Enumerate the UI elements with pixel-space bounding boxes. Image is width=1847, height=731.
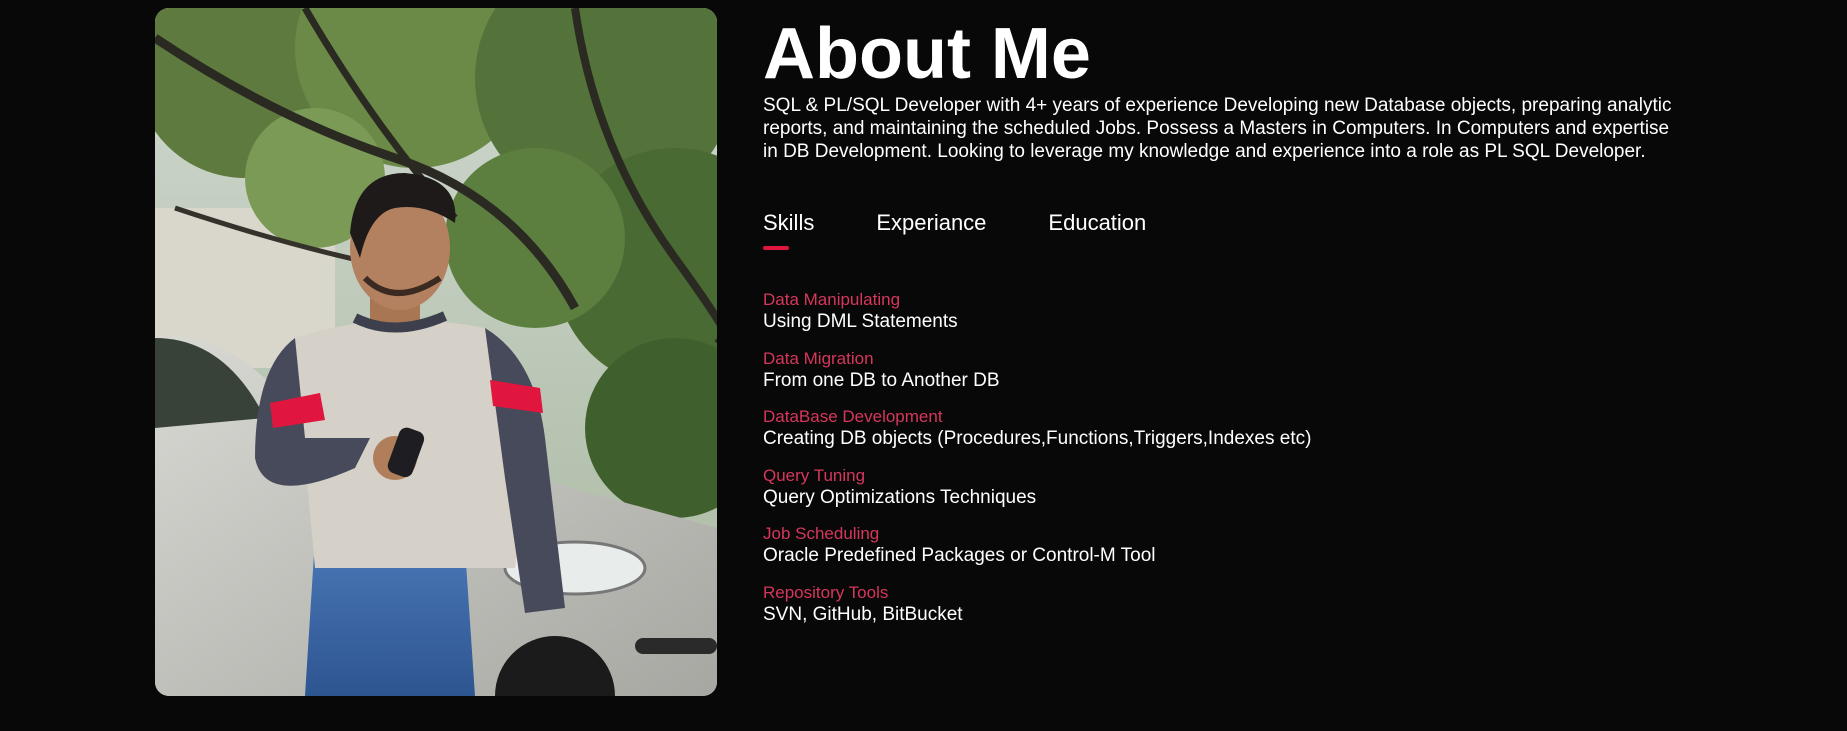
skill-name: DataBase Development <box>763 407 943 426</box>
tab-education-label: Education <box>1048 210 1147 235</box>
tab-experiance-label: Experiance <box>876 210 987 235</box>
skill-description: Using DML Statements <box>763 311 958 332</box>
tab-bar: Skills Experiance Education <box>763 210 1146 250</box>
skill-description: Creating DB objects (Procedures,Function… <box>763 428 1312 449</box>
list-item: Repository Tools SVN, GitHub, BitBucket <box>763 583 1311 642</box>
tab-experiance[interactable]: Experiance <box>876 210 986 250</box>
page-title: About Me <box>763 14 1091 94</box>
tab-skills-label: Skills <box>763 210 815 235</box>
skill-name: Query Tuning <box>763 465 866 485</box>
list-item: Job Scheduling Oracle Predefined Package… <box>763 524 1311 583</box>
skill-name: Data Manipulating <box>763 290 901 309</box>
list-item: Data Migration From one DB to Another DB <box>763 349 1311 408</box>
active-tab-indicator <box>763 246 789 250</box>
about-section: About Me SQL & PL/SQL Developer with 4+ … <box>0 0 1847 731</box>
skill-description: From one DB to Another DB <box>763 369 1000 391</box>
about-intro: SQL & PL/SQL Developer with 4+ years of … <box>763 95 1672 162</box>
list-item: DataBase Development Creating DB objects… <box>763 407 1311 466</box>
list-item: Data Manipulating Using DML Statements <box>763 290 1311 349</box>
skill-description: Oracle Predefined Packages or Control-M … <box>763 545 1156 566</box>
tab-education[interactable]: Education <box>1048 210 1146 250</box>
skill-name: Data Migration <box>763 348 874 368</box>
skill-description: SVN, GitHub, BitBucket <box>763 603 963 625</box>
skill-description: Query Optimizations Techniques <box>763 486 1037 508</box>
skill-name: Repository Tools <box>763 582 889 602</box>
profile-photo <box>155 8 717 696</box>
tab-skills[interactable]: Skills <box>763 210 814 250</box>
skills-list: Data Manipulating Using DML Statements D… <box>763 290 1311 641</box>
list-item: Query Tuning Query Optimizations Techniq… <box>763 466 1311 525</box>
skill-name: Job Scheduling <box>763 524 880 543</box>
